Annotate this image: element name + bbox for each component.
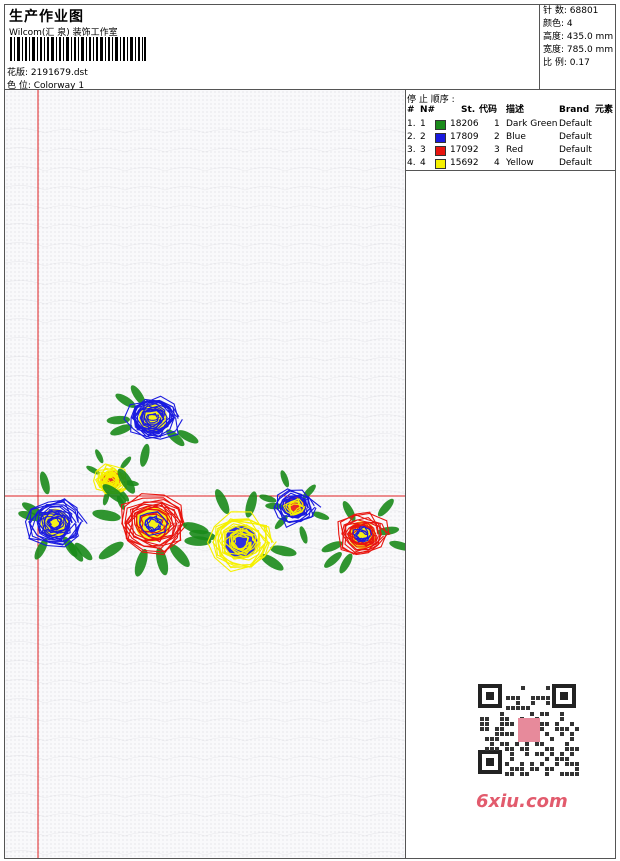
design-canvas	[5, 90, 406, 858]
right-panel: 停 止 顺序 : # N# St. 代码 描述 Brand 元素 1. 1 18…	[406, 90, 615, 858]
table-row: 4. 4 15692 4 Yellow Default	[407, 158, 592, 169]
barcode-icon	[10, 37, 146, 61]
embroidery-artwork	[5, 90, 405, 858]
sheet-header: 生产作业图 Wilcom(汇 泉) 装饰工作室 花版: 2191679.dst …	[5, 5, 616, 91]
stop-table-header: # N# St. 代码 描述 Brand 元素	[407, 105, 614, 115]
qr-code-icon	[478, 684, 579, 776]
table-row: 2. 2 17809 2 Blue Default	[407, 132, 592, 143]
table-row: 1. 1 18206 1 Dark Green Default	[407, 119, 592, 130]
color-swatch-red	[435, 146, 446, 156]
fabric-texture	[5, 128, 405, 856]
design-file-label: 花版: 2191679.dst	[7, 68, 88, 78]
watermark-text: 6xiu.com	[476, 791, 568, 812]
flower-motifs	[18, 385, 405, 577]
stop-sequence-panel: 停 止 顺序 : # N# St. 代码 描述 Brand 元素 1. 1 18…	[406, 90, 615, 171]
stat-height: 高度: 435.0 mm	[543, 32, 614, 42]
stats-panel: 针 数: 68801 颜色: 4 高度: 435.0 mm 宽度: 785.0 …	[539, 5, 616, 89]
production-sheet: 生产作业图 Wilcom(汇 泉) 装饰工作室 花版: 2191679.dst …	[4, 4, 616, 859]
table-row: 3. 3 17092 3 Red Default	[407, 145, 592, 156]
stat-colors: 颜色: 4	[543, 19, 573, 29]
color-swatch-blue	[435, 133, 446, 143]
stamp-icon	[518, 718, 540, 742]
stat-width: 宽度: 785.0 mm	[543, 45, 614, 55]
page-title: 生产作业图	[9, 9, 84, 25]
stat-stitches: 针 数: 68801	[543, 6, 599, 16]
color-swatch-green	[435, 120, 446, 130]
color-swatch-yellow	[435, 159, 446, 169]
stat-scale: 比 例: 0.17	[543, 58, 590, 68]
